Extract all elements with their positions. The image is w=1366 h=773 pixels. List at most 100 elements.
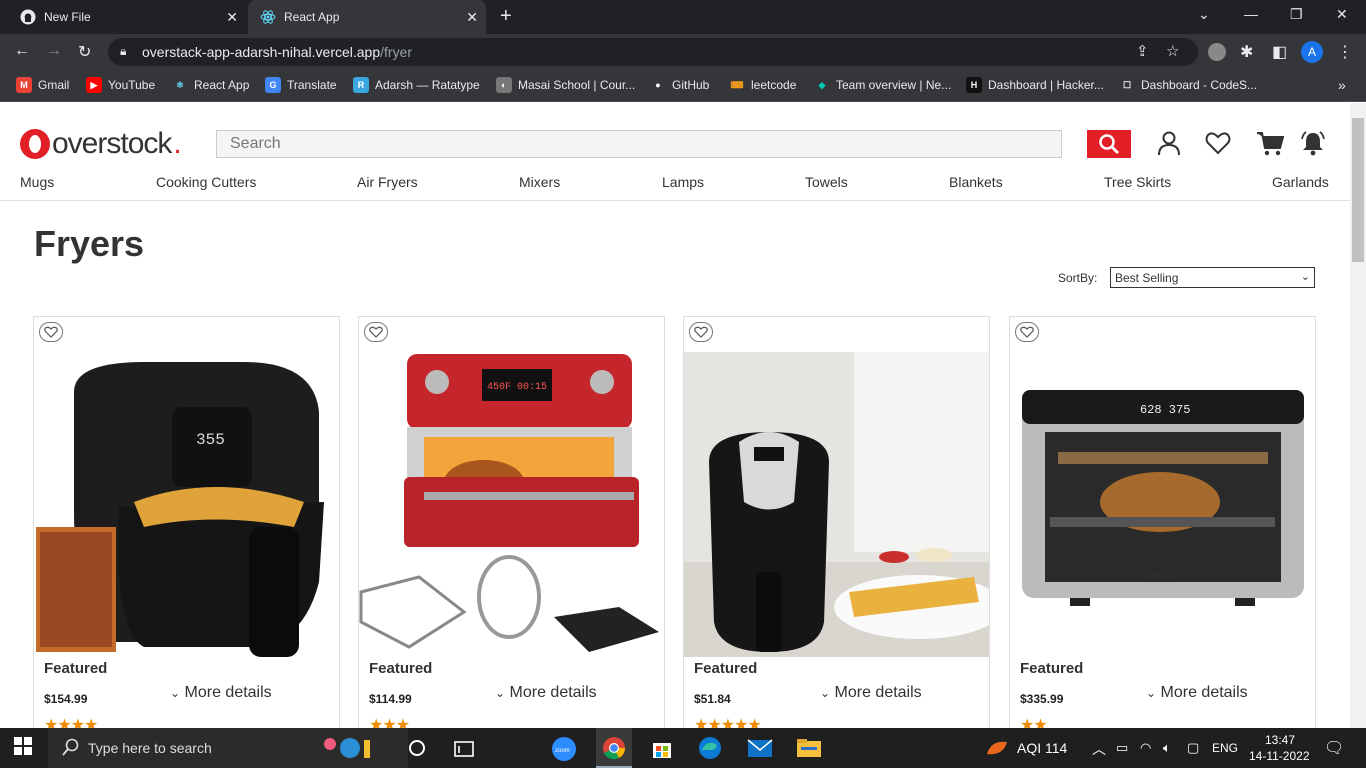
favorite-heart-icon[interactable] [689,322,713,342]
sort-select[interactable]: Best Selling ⌄ [1110,267,1315,288]
account-icon[interactable] [1155,129,1183,157]
task-view-icon[interactable] [405,736,429,760]
category-air-fryers[interactable]: Air Fryers [357,174,418,190]
bookmark-leetcode[interactable]: ⌨ leetcode [729,77,797,93]
bookmark-gmail[interactable]: M Gmail [16,77,69,93]
category-garlands[interactable]: Garlands [1272,174,1329,190]
battery-icon[interactable]: ▭ [1116,740,1128,756]
bookmark-label: GitHub [672,78,710,92]
profile-avatar[interactable]: A [1301,41,1323,63]
minimize-icon[interactable]: — [1244,6,1258,22]
product-image-air-fryer-black[interactable]: 355 [34,352,339,657]
file-explorer-icon[interactable] [796,736,821,760]
bookmark-masai[interactable]: ◐ Masai School | Cour... [496,77,635,93]
meet-now-icon[interactable]: ▢ [1187,740,1199,756]
rating-stars: ★★★ [369,717,410,728]
reload-icon[interactable]: ↻ [78,42,91,62]
edge-icon[interactable] [698,736,722,760]
product-card[interactable]: 628 375 NINJA Featured $335.99 ⌄ More de… [1009,316,1316,728]
address-bar[interactable]: 🔒︎ overstack-app-adarsh-nihal.vercel.app… [108,38,1198,66]
product-image-red-air-fryer-oven[interactable]: 450F 00:15 [359,352,664,657]
category-blankets[interactable]: Blankets [949,174,1003,190]
featured-badge: Featured [694,660,758,677]
favorite-heart-icon[interactable] [39,322,63,342]
bookmark-github[interactable]: ● GitHub [650,77,709,93]
product-image-ninja-oven[interactable]: 628 375 NINJA [1010,352,1315,657]
aqi-reading[interactable]: AQI 114 [1017,740,1067,756]
share-icon[interactable]: ⇪ [1136,42,1149,60]
notifications-icon[interactable]: 🗨︎ [1324,738,1344,758]
product-card[interactable]: 355 Featured $154.99 ⌄ More details ★★★★ [33,316,340,728]
search-button[interactable] [1087,130,1131,158]
clock-date[interactable]: 14-11-2022 [1249,749,1310,763]
tab-new-file[interactable]: New File ✕ [8,0,246,34]
close-icon[interactable]: ✕ [466,9,478,26]
browser-tab-bar: New File ✕ React App ✕ + ⌄ — ❐ ✕ [0,0,1366,34]
wifi-icon[interactable]: ◠ [1140,740,1151,756]
language-indicator[interactable]: ENG [1212,741,1238,755]
mail-icon[interactable] [747,736,773,760]
extensions-icon[interactable]: ✱ [1240,42,1253,62]
back-icon[interactable]: ← [14,42,30,60]
more-details-toggle[interactable]: ⌄ More details [1146,684,1248,702]
close-icon[interactable]: ✕ [226,9,238,26]
bookmark-netlify[interactable]: ◆ Team overview | Ne... [814,77,952,93]
weather-icon[interactable] [985,736,1009,760]
category-cooking-cutters[interactable]: Cooking Cutters [156,174,256,190]
overstock-logo[interactable]: overstock. [20,127,182,161]
more-bookmarks-icon[interactable]: » [1338,77,1346,93]
scrollbar-thumb[interactable] [1352,118,1364,262]
restore-icon[interactable]: ❐ [1290,6,1303,23]
favorite-heart-icon[interactable] [1015,322,1039,342]
category-lamps[interactable]: Lamps [662,174,704,190]
windows-start-icon[interactable] [13,736,37,760]
translate-icon: G [265,77,281,93]
new-tab-icon[interactable]: + [500,5,512,28]
more-details-label: More details [1160,684,1248,701]
bookmark-hackerrank[interactable]: H Dashboard | Hacker... [966,77,1104,93]
more-details-toggle[interactable]: ⌄ More details [170,684,272,702]
product-card[interactable]: Featured $51.84 ⌄ More details ★★★★★ [683,316,990,728]
bookmark-translate[interactable]: G Translate [265,77,337,93]
clock-time[interactable]: 13:47 [1265,733,1295,747]
bookmark-label: leetcode [751,78,797,92]
category-tree-skirts[interactable]: Tree Skirts [1104,174,1171,190]
bookmark-youtube[interactable]: ▶ YouTube [86,77,155,93]
grammarly-icon[interactable] [1208,43,1226,61]
more-details-label: More details [509,684,597,701]
cart-icon[interactable] [1256,129,1284,157]
widgets-icon[interactable] [452,736,476,760]
bookmark-react-app[interactable]: ⚛ React App [172,77,249,93]
zoom-app-icon[interactable]: zoom [551,736,576,761]
category-mixers[interactable]: Mixers [519,174,560,190]
product-card[interactable]: 450F 00:15 Featured $114.99 ⌄ More detai… [358,316,665,728]
menu-icon[interactable]: ⋮ [1337,42,1353,62]
more-details-toggle[interactable]: ⌄ More details [495,684,597,702]
bookmark-codesignal[interactable]: ☐ Dashboard - CodeS... [1119,77,1257,93]
wishlist-heart-icon[interactable] [1204,129,1232,157]
chrome-app-icon[interactable] [596,728,632,768]
react-icon [260,9,276,25]
chevron-down-icon: ⌄ [170,686,181,700]
favorite-heart-icon[interactable] [364,322,388,342]
microsoft-store-icon[interactable] [650,736,674,760]
search-input[interactable]: Search [216,130,1062,158]
notification-bell-icon[interactable] [1299,129,1327,157]
tab-search-chevron-icon[interactable]: ⌄ [1198,6,1210,23]
forward-icon[interactable]: → [46,42,62,60]
gmail-icon: M [16,77,32,93]
product-image-air-fryer-with-fries[interactable] [684,352,989,657]
url-path: /fryer [380,44,413,60]
category-towels[interactable]: Towels [805,174,848,190]
side-panel-icon[interactable]: ◧ [1272,42,1287,62]
category-mugs[interactable]: Mugs [20,174,54,190]
show-hidden-icons-icon[interactable]: ︿ [1092,739,1106,759]
search-highlight-icon[interactable] [312,736,388,760]
bookmark-star-icon[interactable]: ☆ [1166,42,1179,60]
url-host: overstack-app-adarsh-nihal.vercel.app [142,44,381,60]
bookmark-ratatype[interactable]: R Adarsh — Ratatype [353,77,480,93]
window-close-icon[interactable]: ✕ [1336,6,1348,23]
volume-icon[interactable]: 🔈︎ [1163,740,1171,756]
more-details-toggle[interactable]: ⌄ More details [820,684,922,702]
tab-react-app[interactable]: React App ✕ [248,0,486,34]
